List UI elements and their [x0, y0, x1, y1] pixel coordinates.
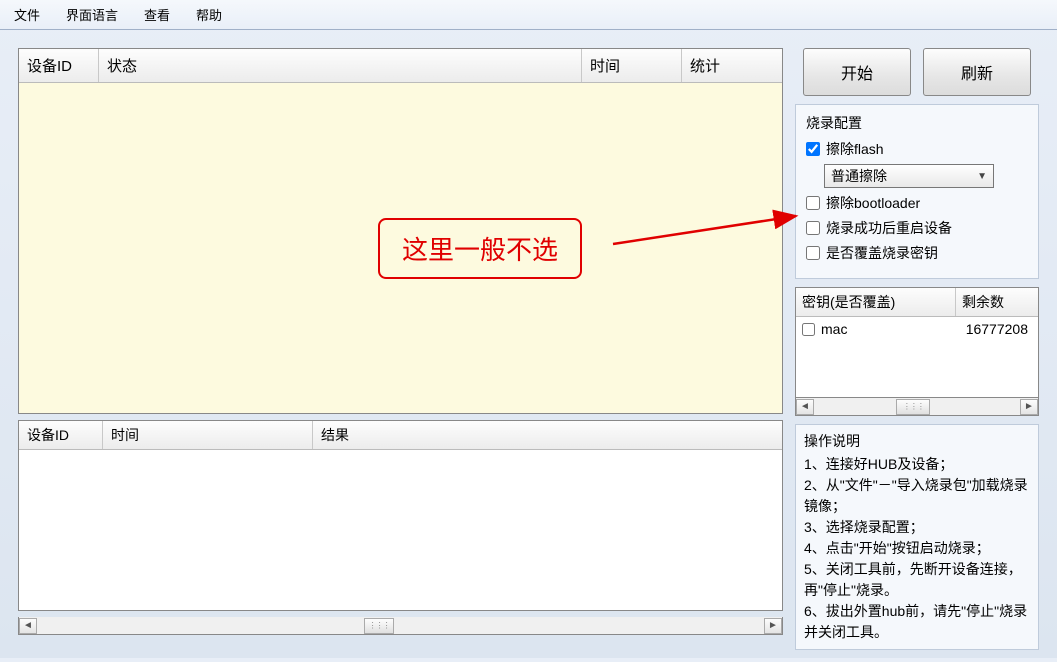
log-col-device-id[interactable]: 设备ID [19, 421, 103, 449]
menu-file[interactable]: 文件 [8, 3, 46, 26]
scroll-left-icon[interactable]: ◄ [19, 618, 37, 634]
burn-config-group: 烧录配置 擦除flash 普通擦除 ▼ 擦除bootloader 烧录成功后重启… [795, 104, 1039, 279]
instruction-line: 2、从"文件"－"导入烧录包"加载烧录镜像； [804, 475, 1030, 517]
annotation-callout: 这里一般不选 [378, 218, 582, 279]
reboot-after-checkbox[interactable]: 烧录成功后重启设备 [806, 218, 1028, 238]
key-col-remain[interactable]: 剩余数 [956, 288, 1038, 316]
log-h-scrollbar[interactable]: ◄ ⋮⋮⋮ ► [18, 617, 783, 635]
reboot-after-input[interactable] [806, 221, 820, 235]
erase-mode-select[interactable]: 普通擦除 ▼ [824, 164, 994, 188]
key-row-checkbox[interactable] [802, 323, 815, 336]
log-body [19, 450, 782, 610]
scroll-thumb[interactable]: ⋮⋮⋮ [364, 618, 394, 634]
erase-flash-input[interactable] [806, 142, 820, 156]
key-row-name: mac [821, 321, 847, 337]
scroll-right-icon[interactable]: ► [764, 618, 782, 634]
instruction-line: 6、拔出外置hub前，请先"停止"烧录并关闭工具。 [804, 601, 1030, 643]
overwrite-key-label: 是否覆盖烧录密钥 [826, 243, 938, 263]
erase-bootloader-label: 擦除bootloader [826, 193, 920, 213]
overwrite-key-input[interactable] [806, 246, 820, 260]
overwrite-key-checkbox[interactable]: 是否覆盖烧录密钥 [806, 243, 1028, 263]
instruction-line: 3、选择烧录配置； [804, 517, 1030, 538]
col-status[interactable]: 状态 [99, 49, 582, 82]
instruction-line: 5、关闭工具前，先断开设备连接，再"停止"烧录。 [804, 559, 1030, 601]
key-row-remain: 16777208 [950, 321, 1032, 337]
erase-mode-value: 普通擦除 [831, 166, 887, 186]
refresh-button[interactable]: 刷新 [923, 48, 1031, 96]
key-col-name[interactable]: 密钥(是否覆盖) [796, 288, 956, 316]
reboot-after-label: 烧录成功后重启设备 [826, 218, 952, 238]
burn-config-title: 烧录配置 [806, 113, 1028, 133]
menu-view[interactable]: 查看 [138, 3, 176, 26]
col-time[interactable]: 时间 [582, 49, 682, 82]
log-table: 设备ID 时间 结果 [18, 420, 783, 611]
scroll-left-icon[interactable]: ◄ [796, 399, 814, 415]
key-h-scrollbar[interactable]: ◄ ⋮⋮⋮ ► [795, 398, 1039, 416]
menubar: 文件 界面语言 查看 帮助 [0, 0, 1057, 30]
menu-lang[interactable]: 界面语言 [60, 3, 124, 26]
scroll-thumb[interactable]: ⋮⋮⋮ [896, 399, 930, 415]
instructions-title: 操作说明 [804, 431, 1030, 452]
instruction-line: 4、点击"开始"按钮启动烧录； [804, 538, 1030, 559]
instructions-panel: 操作说明 1、连接好HUB及设备； 2、从"文件"－"导入烧录包"加载烧录镜像；… [795, 424, 1039, 650]
menu-help[interactable]: 帮助 [190, 3, 228, 26]
erase-flash-checkbox[interactable]: 擦除flash [806, 139, 1028, 159]
erase-flash-label: 擦除flash [826, 139, 884, 159]
log-col-time[interactable]: 时间 [103, 421, 313, 449]
scroll-right-icon[interactable]: ► [1020, 399, 1038, 415]
col-device-id[interactable]: 设备ID [19, 49, 99, 82]
erase-bootloader-input[interactable] [806, 196, 820, 210]
start-button[interactable]: 开始 [803, 48, 911, 96]
chevron-down-icon: ▼ [977, 171, 987, 182]
key-row[interactable]: mac 16777208 [796, 317, 1038, 341]
key-table: 密钥(是否覆盖) 剩余数 mac 16777208 [795, 287, 1039, 398]
erase-bootloader-checkbox[interactable]: 擦除bootloader [806, 193, 1028, 213]
log-col-result[interactable]: 结果 [313, 421, 782, 449]
instruction-line: 1、连接好HUB及设备； [804, 454, 1030, 475]
col-stats[interactable]: 统计 [682, 49, 782, 82]
